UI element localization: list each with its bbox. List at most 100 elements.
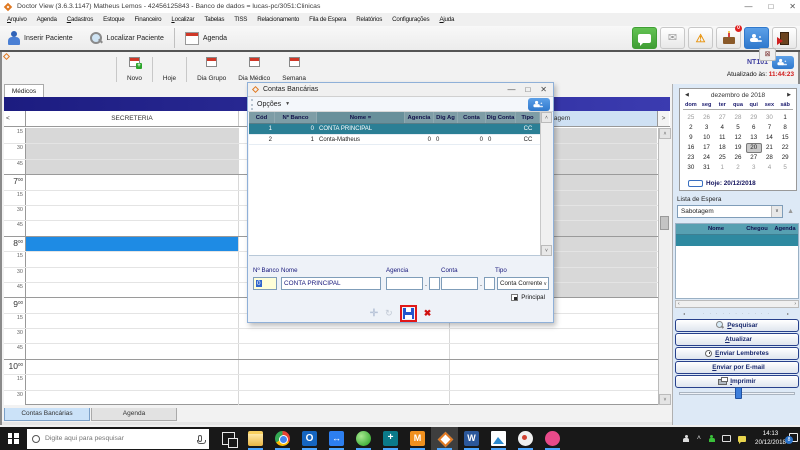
tab-contas-bancarias[interactable]: Contas Bancárias [4,408,90,421]
schedule-cell-secretaria[interactable] [26,391,239,405]
doctor-view-taskbar-button[interactable] [431,427,458,450]
calendar-day[interactable]: 2 [730,163,746,173]
chrome-taskbar-button[interactable] [269,427,296,450]
schedule-cell-professional[interactable] [450,329,657,343]
schedule-cell-professional[interactable] [450,391,657,405]
scroll-right-icon[interactable]: › [792,301,798,307]
calendar-day[interactable]: 26 [699,113,715,123]
menu-item-arquivo[interactable]: Arquivo [2,16,32,23]
calendar-day[interactable]: 27 [746,153,762,163]
schedule-cell-secretaria[interactable] [26,252,239,266]
schedule-cell-secretaria[interactable] [26,206,239,220]
calendar-day[interactable]: 27 [714,113,730,123]
dia-medico-button[interactable]: Dia Médico [232,55,276,84]
schedule-cell-secretaria[interactable] [26,283,239,297]
menu-item-cadastros[interactable]: Cadastros [62,16,98,23]
scroll-down-icon[interactable]: ˅ [659,394,671,405]
waitlist-hscrollbar[interactable]: ‹ › [675,300,799,308]
column-header-secretaria[interactable]: SECRETERIA [26,111,239,126]
agencia-digit-input[interactable] [429,277,440,290]
schedule-cell-secretaria[interactable] [26,314,239,328]
accounts-column-header[interactable]: Nº Banco [275,112,317,123]
calendar-day[interactable]: 19 [730,143,746,153]
refresh-button[interactable]: ↻ [385,308,393,319]
calendar-day[interactable]: 13 [746,133,762,143]
menu-item-ajuda[interactable]: Ajuda [434,16,459,23]
calendar-day[interactable]: 24 [699,153,715,163]
calendar-day-selected[interactable]: 20 [746,143,762,153]
calendar-day[interactable]: 14 [762,133,778,143]
chat-button[interactable] [632,27,657,49]
schedule-cell-middle[interactable] [239,391,450,405]
calendar-next-icon[interactable]: ▶ [787,92,791,98]
schedule-cell-secretaria[interactable] [26,268,239,282]
menu-item-localizar[interactable]: Localizar [166,16,199,23]
calendar-day[interactable]: 29 [777,153,793,163]
pager-strip[interactable]: ◂· · · · · · · · · · ·▸ [683,311,791,316]
collapse-icon[interactable]: ▲ [787,208,794,215]
calendar-day[interactable]: 8 [777,123,793,133]
schedule-cell-middle[interactable] [239,344,450,358]
schedule-cell-professional[interactable] [450,375,657,389]
accounts-column-header[interactable]: Dig Conta [486,112,516,123]
schedule-cell-secretaria[interactable] [26,144,239,158]
menu-item-tabelas[interactable]: Tabelas [199,16,229,23]
calendar-day[interactable]: 11 [714,133,730,143]
action-center-icon[interactable]: 8 [789,433,798,442]
imprimir-button[interactable]: Imprimir [675,375,799,388]
calendar-day[interactable]: 31 [699,163,715,173]
menu-item-agenda[interactable]: Agenda [32,16,62,23]
task-view-taskbar-button[interactable] [215,427,242,450]
photos-taskbar-button[interactable] [485,427,512,450]
accounts-column-header[interactable]: Tipo [516,112,540,123]
calendar-day[interactable]: 12 [730,133,746,143]
calendar-day[interactable]: 10 [699,133,715,143]
dialog-titlebar[interactable]: Contas Bancárias — □ ✕ [248,83,553,97]
calendar-day[interactable]: 17 [699,143,715,153]
accounts-column-header[interactable]: Dig Ag [434,112,458,123]
slider-thumb[interactable] [735,387,742,399]
hidden-icons-chevron[interactable]: ˄ [697,435,701,442]
calendar-day[interactable]: 2 [683,123,699,133]
close-button[interactable]: ✕ [789,2,796,11]
agenda-button[interactable]: Agenda [177,27,235,49]
scroll-thumb[interactable] [660,216,669,230]
localizar-paciente-button[interactable]: Localizar Paciente [81,27,172,49]
accounts-table-row[interactable]: 21Conta-Matheus0000CC [249,135,541,146]
menu-item-relat-rios[interactable]: Relatórios [351,16,387,23]
dialog-users-button[interactable] [528,98,550,111]
calendar-day[interactable]: 7 [762,123,778,133]
schedule-cell-secretaria[interactable] [26,360,239,374]
minimize-button[interactable]: — [744,2,752,11]
schedule-cell-secretaria[interactable] [26,191,239,205]
schedule-cell-secretaria[interactable] [26,221,239,235]
calendar-day[interactable]: 5 [730,123,746,133]
calendar-day[interactable]: 26 [730,153,746,163]
semana-button[interactable]: Semana [276,55,312,84]
schedule-cell-secretaria[interactable] [26,237,239,251]
schedule-cell-middle[interactable] [239,329,450,343]
calendar-day[interactable]: 28 [762,153,778,163]
file-explorer-taskbar-button[interactable] [242,427,269,450]
accounts-column-header[interactable]: Cód [249,112,275,123]
scroll-up-icon[interactable]: ˄ [541,112,552,123]
calendar-day[interactable]: 21 [762,143,778,153]
scroll-left-icon[interactable]: ‹ [676,301,682,307]
microphone-icon[interactable] [198,435,202,442]
conta-input[interactable] [441,277,478,290]
principal-checkbox[interactable]: Principal [511,294,545,301]
schedule-cell-secretaria[interactable] [26,128,239,143]
pesquisar-button[interactable]: Pesquisar [675,319,799,332]
tab-medicos[interactable]: Médicos [4,84,44,97]
schedule-cell-secretaria[interactable] [26,175,239,189]
schedule-cell-secretaria[interactable] [26,344,239,358]
schedule-cell-professional[interactable] [450,360,657,374]
cancel-button[interactable]: ✖ [424,308,432,319]
accounts-column-header[interactable]: Nome = [317,112,405,123]
tray-chat-icon[interactable] [738,436,746,442]
orange-app-taskbar-button[interactable]: M [404,427,431,450]
scroll-left-button[interactable]: < [4,111,26,126]
search-input[interactable] [45,435,198,442]
calendar-day[interactable]: 3 [699,123,715,133]
taskbar-clock[interactable]: 14:13 20/12/2018 [755,429,786,447]
